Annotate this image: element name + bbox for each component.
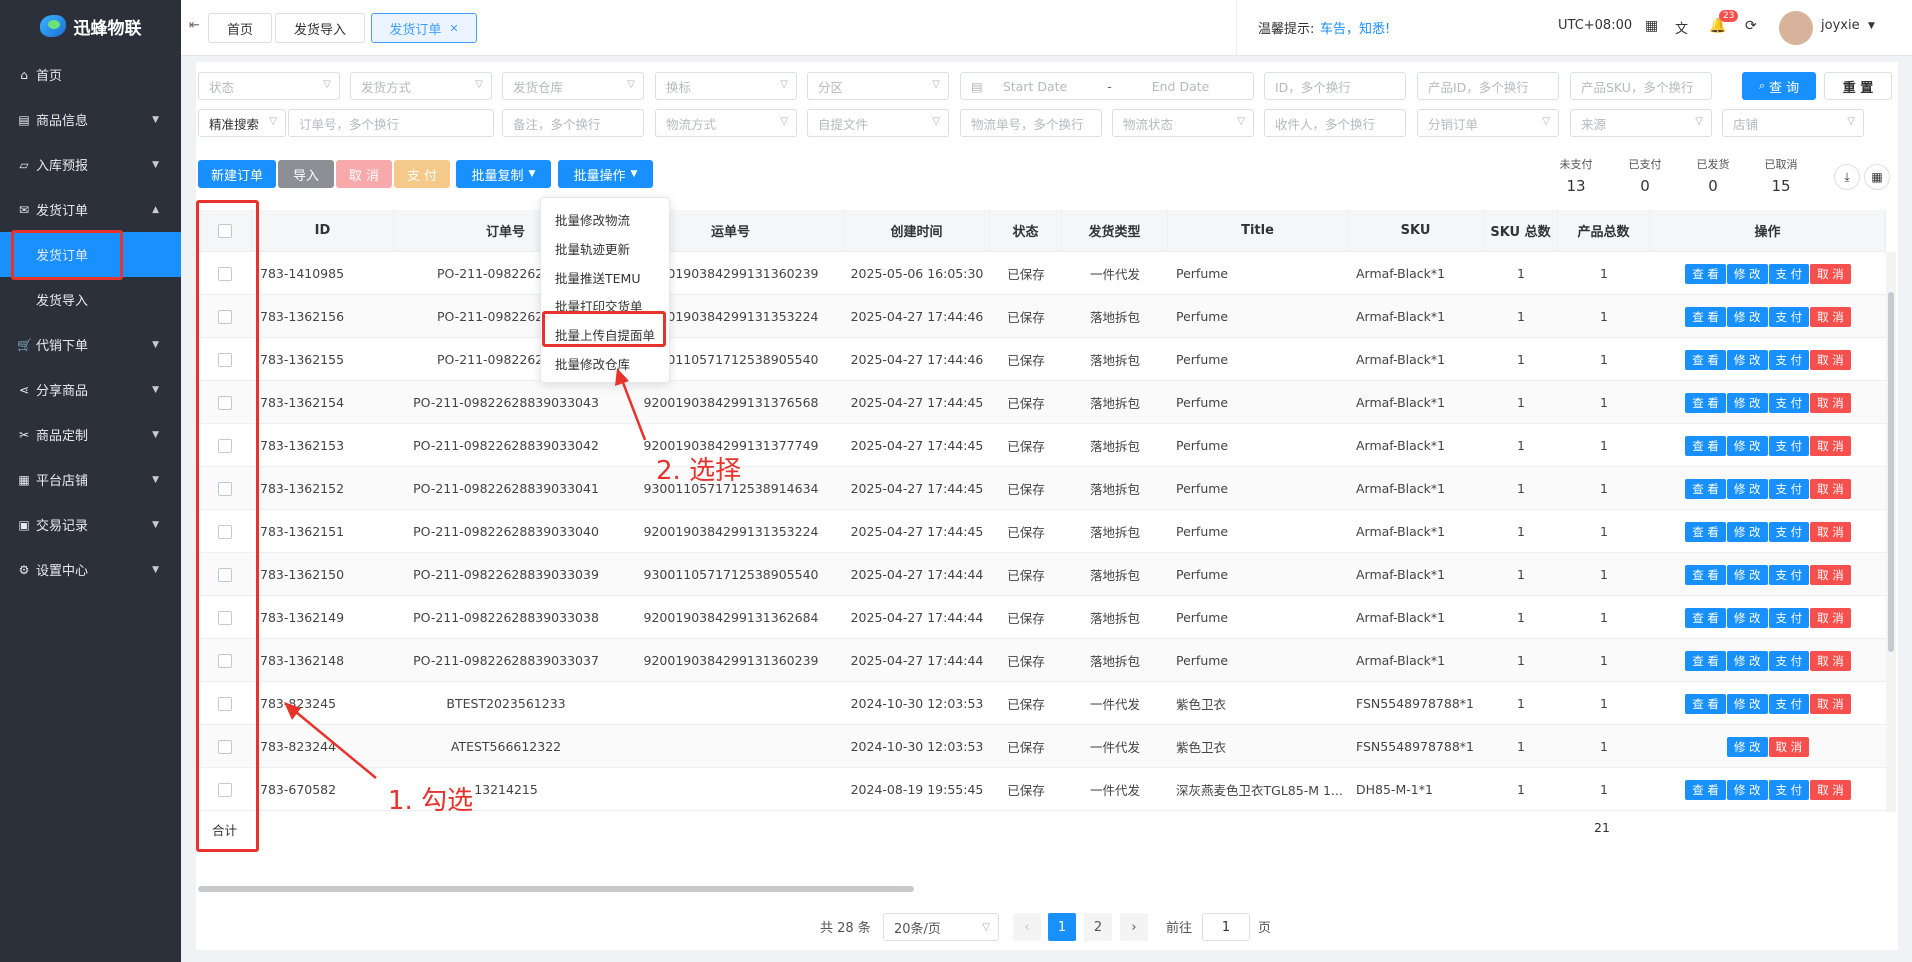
- arrow-step2: [620, 379, 647, 441]
- next-page-button[interactable]: ›: [1120, 913, 1148, 941]
- page-1-button[interactable]: 1: [1048, 913, 1076, 941]
- arrowhead-step2: [615, 368, 629, 386]
- annotation-step1: 1. 勾选: [388, 786, 474, 816]
- prev-page-button[interactable]: ‹: [1013, 913, 1041, 941]
- arrowhead-step1: [284, 702, 301, 720]
- total-count: 共 28 条: [820, 920, 871, 936]
- annotation-arrows: [284, 368, 647, 779]
- chevron-left-icon: ‹: [1024, 919, 1030, 935]
- page-unit-label: 页: [1258, 920, 1272, 936]
- page-size-value: 20条/页: [894, 921, 941, 937]
- page-2-button[interactable]: 2: [1084, 913, 1112, 941]
- arrow-step1: [295, 711, 377, 779]
- goto-page-input[interactable]: 1: [1202, 913, 1250, 941]
- goto-label: 前往: [1166, 920, 1193, 936]
- annotation-step2: 2. 选择: [656, 456, 742, 486]
- chevron-down-icon: ▽: [982, 921, 990, 933]
- page-size-select[interactable]: 20条/页 ▽: [883, 913, 999, 941]
- chevron-right-icon: ›: [1131, 919, 1137, 935]
